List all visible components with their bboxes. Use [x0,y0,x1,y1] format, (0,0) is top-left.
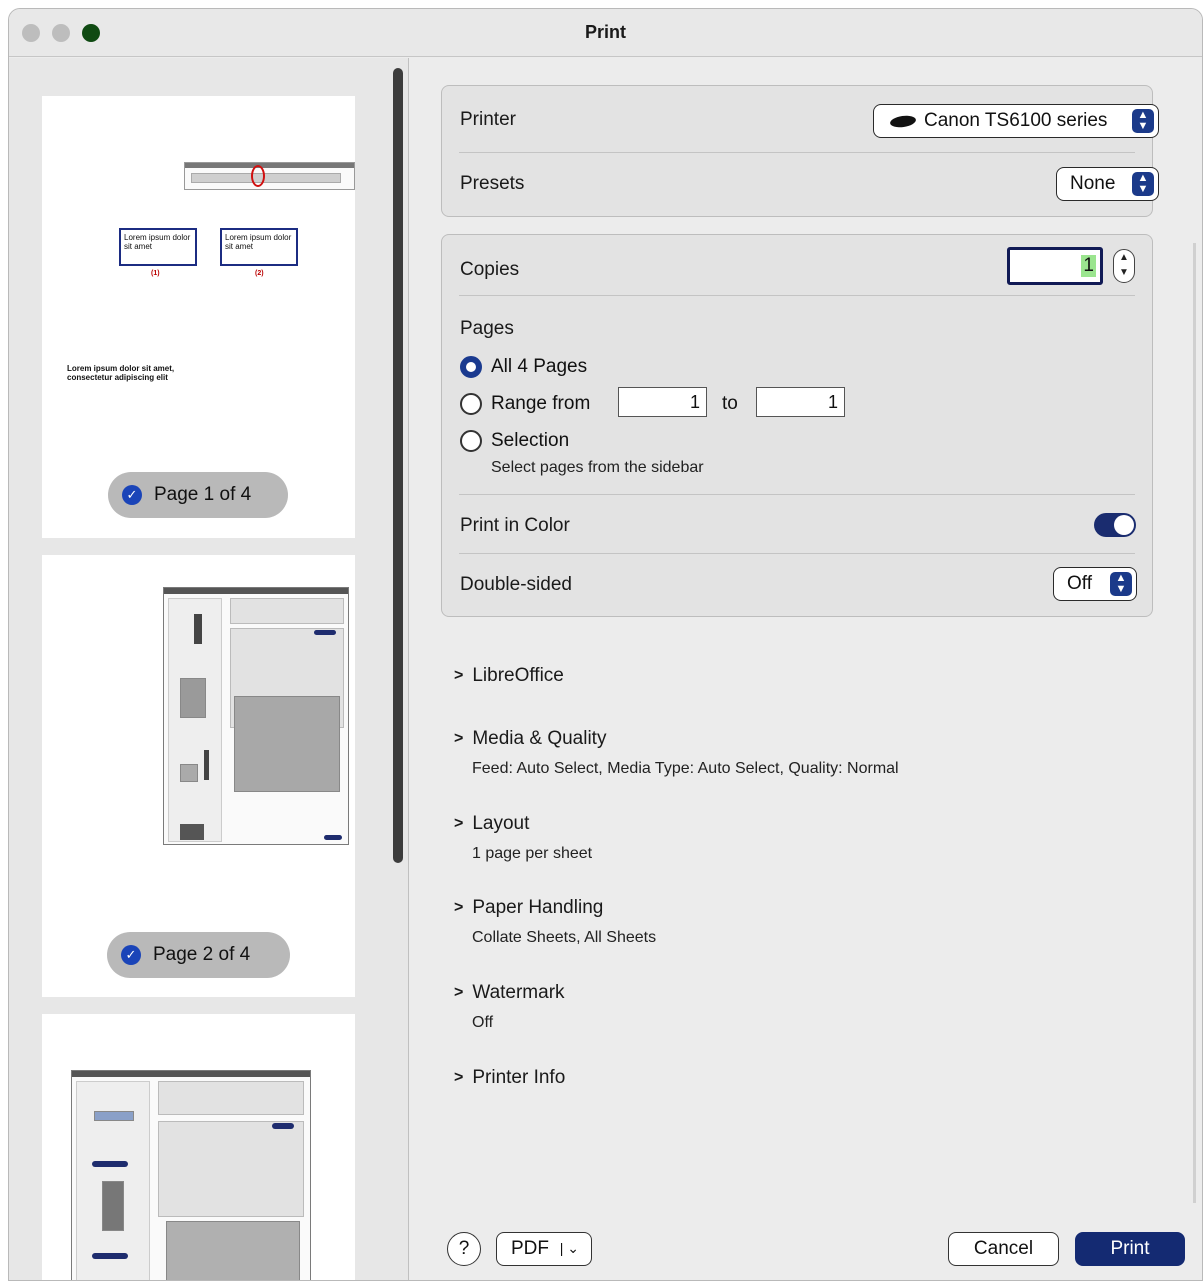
sidebar-scrollbar[interactable] [393,68,403,863]
section-summary: Collate Sheets, All Sheets [472,929,657,946]
printer-value: Canon TS6100 series [924,110,1108,131]
presets-label: Presets [460,173,525,194]
section-media-quality[interactable]: > Media & Quality Feed: Auto Select, Medi… [454,728,899,778]
presets-value: None [1070,173,1116,194]
section-title: Printer Info [472,1067,566,1088]
chevron-right-icon: > [454,1069,464,1086]
printer-popup[interactable]: Canon TS6100 series ▲ ▼ [873,104,1159,138]
selection-radio[interactable] [460,430,482,452]
print-dialog-screenshot [163,587,349,845]
section-title: Media & Quality [472,728,607,749]
section-layout[interactable]: > Layout 1 page per sheet [454,813,592,863]
copies-stepper[interactable]: ▲ ▼ [1113,249,1135,283]
page-thumbnail-2[interactable]: ✓ Page 2 of 4 [42,555,355,997]
chevron-right-icon: > [454,984,464,1001]
title-bar: Print [9,9,1202,57]
divider [459,152,1135,153]
chevron-right-icon: > [454,815,464,832]
page-thumbnail-sidebar[interactable]: Lorem ipsum dolor sit amet Lorem ipsum d… [9,58,409,1280]
range-from-field[interactable]: 1 [618,387,707,417]
selection-label[interactable]: Selection [491,430,569,452]
toolbar-image [184,162,355,190]
pages-label: Pages [460,318,514,339]
divider [459,295,1135,296]
chevron-right-icon: > [454,667,464,684]
print-button[interactable]: Print [1075,1232,1185,1266]
page-2-selector[interactable]: ✓ Page 2 of 4 [107,932,290,978]
page-1-label: Page 1 of 4 [154,484,252,505]
pdf-label: PDF [511,1238,549,1259]
popup-arrows-icon: ▲ ▼ [1132,172,1154,196]
preview-box-1: Lorem ipsum dolor sit amet [119,228,197,266]
section-summary: Off [472,1014,494,1031]
print-dialog-screenshot [71,1070,311,1280]
range-label[interactable]: Range from [491,393,590,415]
section-watermark[interactable]: > Watermark Off [454,982,565,1032]
checkmark-icon: ✓ [121,945,141,965]
copies-label: Copies [460,259,520,280]
copies-value: 1 [1081,255,1096,277]
preview-paragraph: Lorem ipsum dolor sit amet, consectetur … [67,364,175,382]
double-sided-label: Double-sided [460,574,572,595]
page-1-selector[interactable]: ✓ Page 1 of 4 [108,472,288,518]
double-sided-value: Off [1067,573,1092,594]
selection-note: Select pages from the sidebar [491,459,704,476]
preview-box-1-text: Lorem ipsum dolor sit amet [124,233,191,251]
settings-scrollbar[interactable] [1193,243,1196,1203]
cancel-button[interactable]: Cancel [948,1232,1059,1266]
section-printer-info[interactable]: > Printer Info [454,1067,565,1089]
help-button[interactable]: ? [447,1232,481,1266]
options-group: Copies 1 ▲ ▼ Pages All 4 Pages Range from… [441,234,1153,617]
double-sided-popup[interactable]: Off ▲ ▼ [1053,567,1137,601]
print-in-color-label: Print in Color [460,515,570,536]
section-title: LibreOffice [472,665,564,686]
divider [459,494,1135,495]
preview-box-2-text: Lorem ipsum dolor sit amet [225,233,292,251]
range-to-field[interactable]: 1 [756,387,845,417]
page-thumbnail-3[interactable] [42,1014,355,1280]
print-dialog: Print Lorem ipsum dolor sit amet Lorem i… [8,8,1203,1281]
preview-caption-2: (2) [255,270,264,277]
copies-input[interactable]: 1 [1007,247,1103,285]
print-settings-panel: Printer Canon TS6100 series ▲ ▼ Presets N… [410,58,1202,1280]
preview-box-2: Lorem ipsum dolor sit amet [220,228,298,266]
printer-icon [889,113,917,129]
divider [459,553,1135,554]
printer-label: Printer [460,109,516,130]
section-summary: Feed: Auto Select, Media Type: Auto Sele… [472,760,899,777]
checkmark-icon: ✓ [122,485,142,505]
popup-arrows-icon: ▲ ▼ [1110,572,1132,596]
range-to-label: to [722,393,738,414]
chevron-right-icon: > [454,899,464,916]
toggle-knob [1114,515,1134,535]
printer-group: Printer Canon TS6100 series ▲ ▼ Presets N… [441,85,1159,217]
all-pages-label[interactable]: All 4 Pages [491,356,587,378]
preview-caption-1: (1) [151,270,160,277]
section-title: Paper Handling [472,897,604,918]
range-radio[interactable] [460,393,482,415]
print-in-color-toggle[interactable] [1094,513,1136,537]
page-thumbnail-1[interactable]: Lorem ipsum dolor sit amet Lorem ipsum d… [42,96,355,538]
section-title: Layout [472,813,530,834]
section-paper-handling[interactable]: > Paper Handling Collate Sheets, All Shee… [454,897,656,947]
presets-popup[interactable]: None ▲ ▼ [1056,167,1159,201]
window-title: Print [584,22,626,42]
chevron-right-icon: > [454,730,464,747]
section-libreoffice[interactable]: > LibreOffice [454,665,564,687]
popup-arrows-icon: ▲ ▼ [1132,109,1154,133]
page-2-label: Page 2 of 4 [153,944,251,965]
section-summary: 1 page per sheet [472,845,593,862]
chevron-down-icon: | ⌄ [559,1240,579,1256]
pdf-menu-button[interactable]: PDF | ⌄ [496,1232,592,1266]
all-pages-radio[interactable] [460,356,482,378]
section-title: Watermark [472,982,565,1003]
